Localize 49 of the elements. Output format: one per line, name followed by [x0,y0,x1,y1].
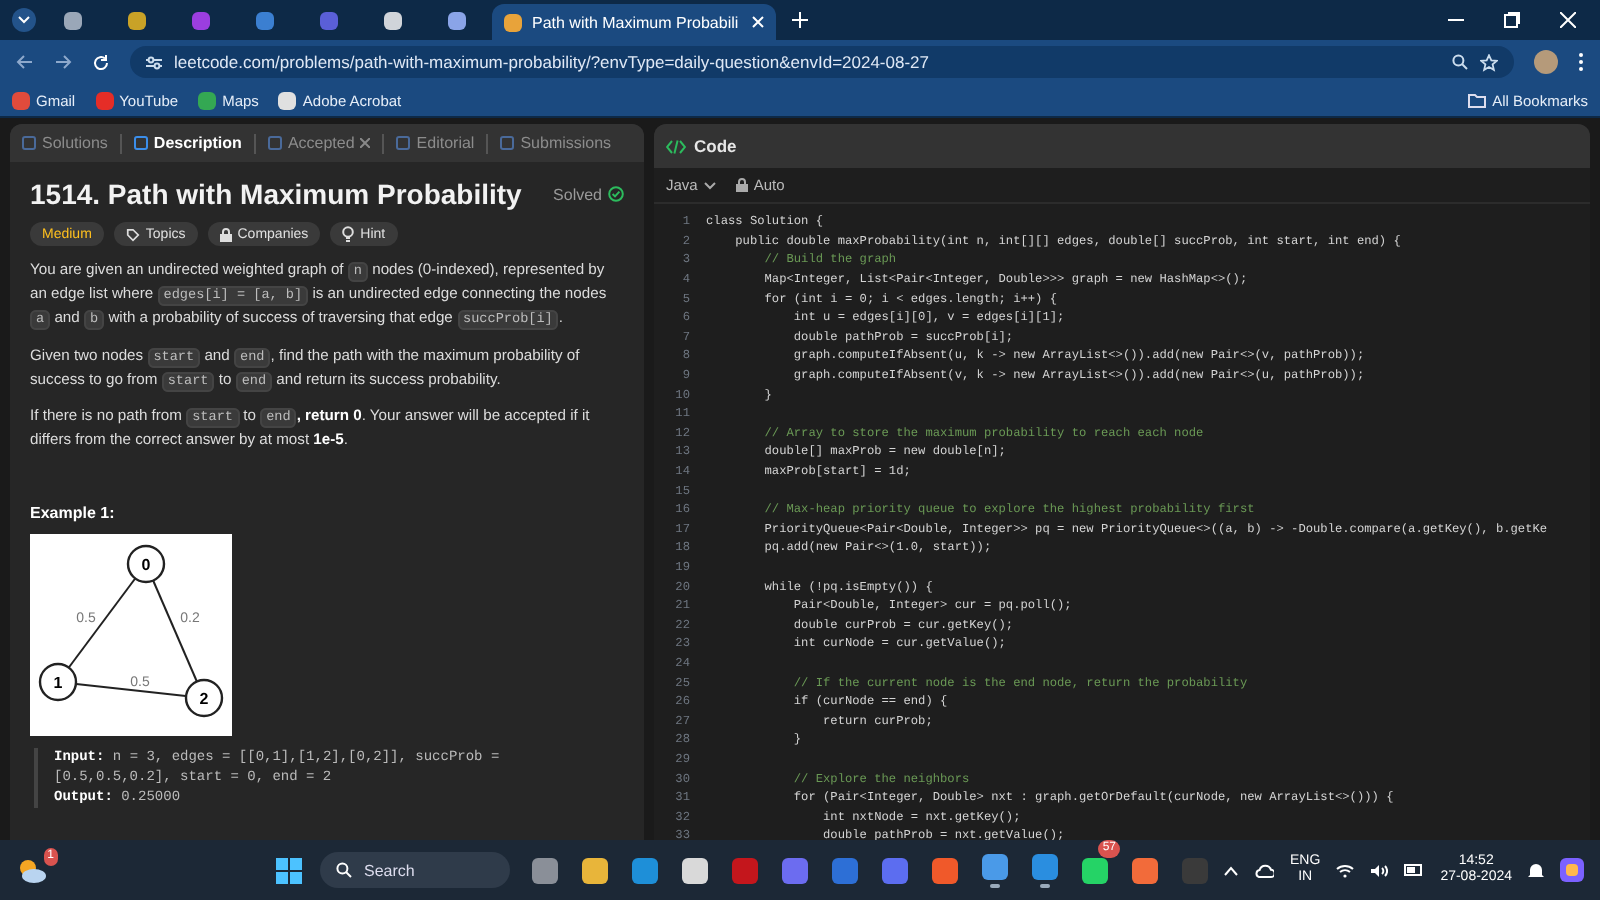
lock-icon [219,227,232,241]
site-settings-icon[interactable] [146,55,162,69]
forward-icon[interactable] [54,54,72,70]
menu-icon[interactable] [1578,52,1584,72]
panel-tab[interactable]: Editorial [396,134,475,152]
tab-search-button[interactable] [12,8,36,32]
search-icon [336,862,352,878]
solved-status: Solved [553,185,602,203]
cloud-icon[interactable] [1254,863,1275,877]
example-heading: Example 1: [30,503,117,522]
back-icon[interactable] [16,54,34,70]
reload-icon[interactable] [92,53,110,71]
taskbar-app[interactable] [978,848,1010,892]
check-circle-icon [608,186,624,202]
weather-icon[interactable] [16,856,48,884]
profile-avatar[interactable] [1534,50,1558,74]
browser-tab[interactable]: Path with Maximum Probabili [492,4,776,40]
zoom-icon[interactable] [1452,54,1468,70]
bell-icon[interactable] [1528,861,1544,879]
lightbulb-icon [342,226,355,242]
restore-icon[interactable] [1504,12,1520,28]
star-icon[interactable] [1480,53,1498,71]
taskbar-app[interactable] [1028,848,1060,892]
tag-icon [125,227,140,241]
search-field[interactable]: Search [320,852,510,888]
tab-icon [500,136,515,150]
panel-tab[interactable]: Submissions [500,134,612,152]
start-icon[interactable] [276,857,302,883]
speaker-icon[interactable] [1370,863,1389,877]
folder-icon [1468,93,1487,107]
code-panel-title: Code [694,136,737,156]
chevron-down-icon [18,16,30,24]
battery-icon[interactable] [1404,864,1425,876]
code-icon [666,139,686,153]
panel-tab[interactable]: Accepted [267,134,371,152]
new-tab-icon[interactable] [792,12,808,28]
problem-title: 1514. Path with Maximum Probability [30,178,522,210]
address-bar[interactable]: leetcode.com/problems/path-with-maximum-probability/?envType=daily-question&envId=2024-08-27 [130,46,1514,78]
tab-icon [396,136,411,150]
lock-icon [735,178,748,192]
panel-tab[interactable]: Solutions [22,134,108,152]
wifi-icon[interactable] [1336,863,1355,877]
copilot-icon[interactable] [1560,858,1584,882]
tab-icon [133,136,148,150]
panel-tab[interactable]: Description [133,134,242,152]
chevron-down-icon [703,181,716,189]
tab-icon [267,136,282,150]
chevron-up-icon[interactable] [1224,865,1239,875]
tab-icon [22,136,36,150]
